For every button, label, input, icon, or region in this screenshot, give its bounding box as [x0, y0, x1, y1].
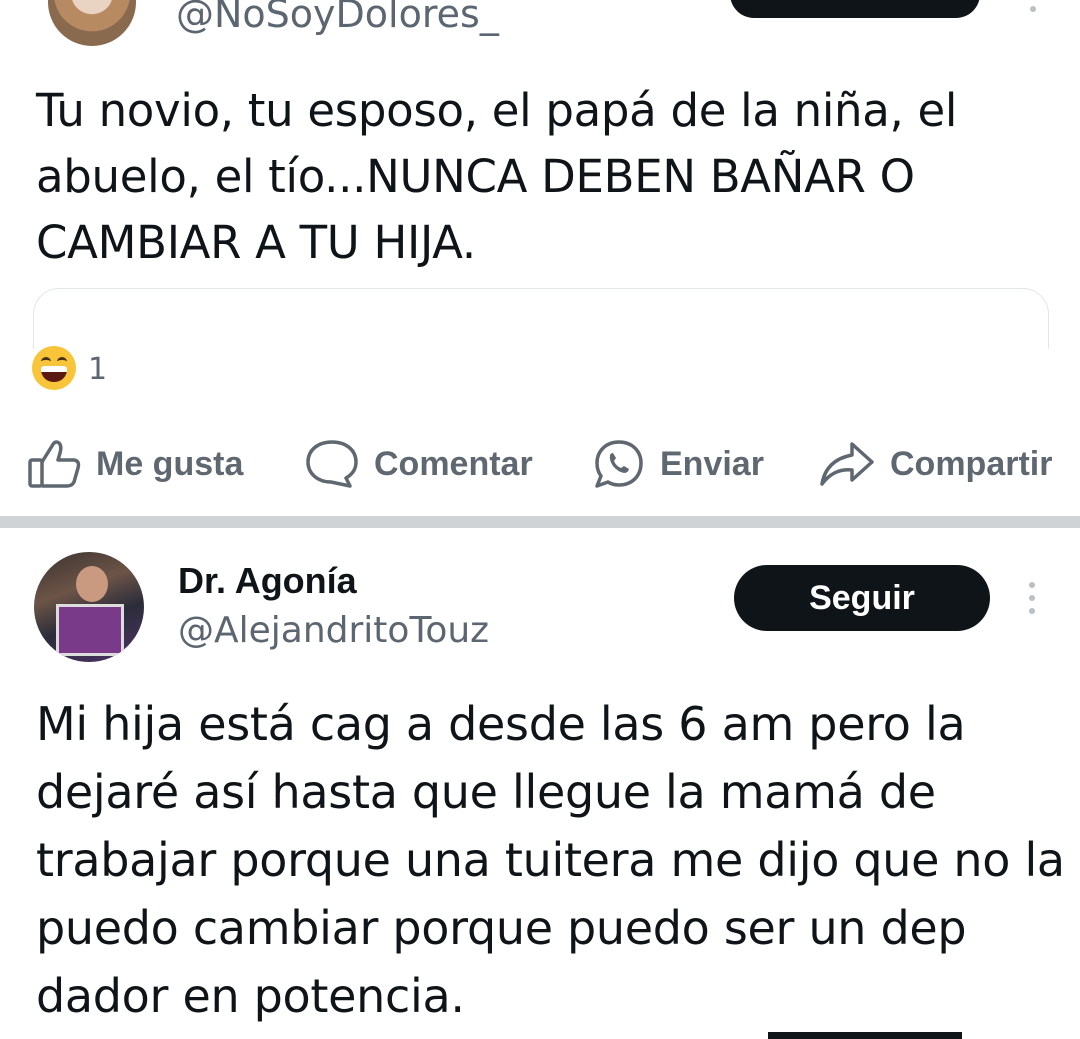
follow-button[interactable]: [730, 0, 980, 18]
author-handle[interactable]: @AlejandritoTouz: [178, 610, 489, 651]
reaction-count[interactable]: 1: [88, 352, 107, 387]
thumbs-up-icon: [28, 440, 81, 488]
more-options-icon[interactable]: [1018, 0, 1048, 24]
bottom-indicator: [768, 1032, 962, 1039]
more-options-icon[interactable]: [1026, 582, 1038, 621]
avatar-face: [76, 566, 108, 602]
mouth: [41, 366, 67, 382]
follow-button[interactable]: Seguir: [734, 565, 990, 631]
comment-label: Comentar: [374, 444, 533, 483]
post-divider: [0, 516, 1080, 528]
avatar-inset-photo: [56, 604, 124, 656]
embedded-card[interactable]: [33, 288, 1049, 349]
share-label: Compartir: [890, 444, 1053, 483]
author-avatar[interactable]: [34, 552, 144, 662]
eye-left: [41, 357, 51, 366]
comment-bubble-icon: [306, 440, 358, 488]
author-name[interactable]: Dr. Agonía: [178, 560, 357, 602]
send-label: Enviar: [660, 444, 764, 483]
author-avatar[interactable]: [48, 0, 136, 46]
post-text: Mi hija está cag a desde las 6 am pero l…: [36, 697, 1065, 1023]
share-arrow-icon: [820, 442, 874, 486]
author-handle[interactable]: @NoSoyDolores_: [176, 0, 499, 36]
like-button[interactable]: Me gusta: [28, 438, 243, 490]
whatsapp-icon: [595, 440, 643, 488]
laughing-face-icon[interactable]: [32, 346, 76, 390]
like-label: Me gusta: [96, 444, 244, 483]
share-button[interactable]: Compartir: [818, 438, 1052, 490]
comment-button[interactable]: Comentar: [304, 438, 533, 490]
post-text: Tu novio, tu esposo, el papá de la niña,…: [36, 84, 958, 269]
eye-right: [57, 357, 67, 366]
send-button[interactable]: Enviar: [592, 438, 764, 490]
